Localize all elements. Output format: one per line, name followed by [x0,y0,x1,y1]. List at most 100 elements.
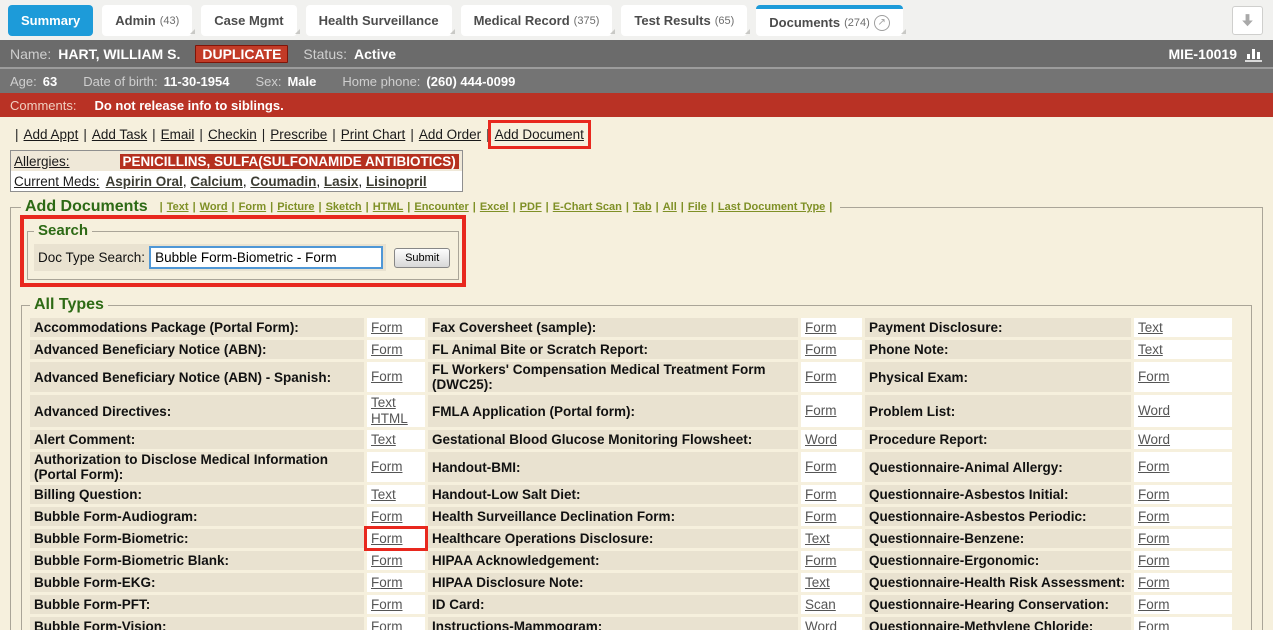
doc-type-link[interactable]: Form [805,509,837,525]
doc-type-link[interactable]: Form [805,553,837,569]
doc-format-link-encounter[interactable]: Encounter [414,201,468,213]
doc-type-link[interactable]: Form [1138,487,1170,503]
doc-type-link[interactable]: Form [805,342,837,358]
doc-type-link[interactable]: Form [805,403,837,419]
prescribe-link[interactable]: Prescribe [270,127,327,142]
doc-type-link[interactable]: Form [371,342,403,358]
separator: | [407,201,410,213]
doc-type-link[interactable]: Word [805,619,837,630]
download-button[interactable] [1232,6,1263,35]
tab-health-surveillance[interactable]: Health Surveillance [306,5,452,36]
doc-type-link[interactable]: Form [371,575,403,591]
doc-type-link[interactable]: Form [1138,575,1170,591]
doc-type-link[interactable]: Form [371,619,403,630]
doc-format-link-tab[interactable]: Tab [633,201,652,213]
doc-type-link[interactable]: Form [805,459,837,475]
doc-type-link[interactable]: Form [371,509,403,525]
doc-type-link[interactable]: HTML [371,411,408,427]
doc-format-link-excel[interactable]: Excel [480,201,509,213]
doc-type-link[interactable]: Form [371,369,403,385]
doc-format-link-word[interactable]: Word [200,201,228,213]
email-link[interactable]: Email [161,127,195,142]
doc-type-search-input[interactable] [149,246,383,269]
separator: | [366,201,369,213]
tab-label: Admin [115,13,155,28]
med-link[interactable]: Coumadin [250,174,316,189]
doc-format-link-e-chart-scan[interactable]: E-Chart Scan [553,201,622,213]
doc-type-link-cell: Form [1134,573,1232,592]
med-link[interactable]: Aspirin Oral [106,174,183,189]
doc-type-label: Questionnaire-Animal Allergy: [865,452,1131,482]
doc-type-link[interactable]: Word [805,432,837,448]
doc-type-link[interactable]: Text [1138,342,1163,358]
med-link[interactable]: Lisinopril [366,174,427,189]
doc-type-link[interactable]: Form [805,320,837,336]
tab-label: Case Mgmt [214,13,283,28]
tab-test-results[interactable]: Test Results(65) [621,5,747,36]
submit-button[interactable]: Submit [394,248,450,268]
doc-type-label: Bubble Form-Vision: [30,617,364,630]
tab-summary[interactable]: Summary [8,5,93,36]
doc-type-link[interactable]: Form [371,597,403,613]
doc-type-link-cell: Form [801,452,862,482]
doc-type-link[interactable]: Form [371,531,403,547]
doc-format-link-pdf[interactable]: PDF [520,201,542,213]
doc-type-link[interactable]: Form [371,459,403,475]
add-document-link[interactable]: Add Document [495,127,584,142]
doc-format-link-form[interactable]: Form [239,201,267,213]
doc-type-label: Bubble Form-EKG: [30,573,364,592]
doc-type-link[interactable]: Word [1138,403,1170,419]
doc-type-link[interactable]: Form [371,553,403,569]
doc-format-link-picture[interactable]: Picture [277,201,314,213]
doc-type-link[interactable]: Text [371,487,396,503]
tab-admin[interactable]: Admin(43) [102,5,192,36]
doc-format-link-html[interactable]: HTML [373,201,404,213]
med-link[interactable]: Lasix [324,174,359,189]
doc-type-link[interactable]: Form [1138,597,1170,613]
doc-type-link[interactable]: Text [371,395,396,411]
doc-type-link[interactable]: Form [1138,553,1170,569]
doc-format-link-text[interactable]: Text [167,201,189,213]
doc-type-link[interactable]: Form [371,320,403,336]
doc-type-link[interactable]: Form [805,487,837,503]
tab-case-mgmt[interactable]: Case Mgmt [201,5,296,36]
add-appt-link[interactable]: Add Appt [24,127,79,142]
doc-type-link[interactable]: Word [1138,432,1170,448]
doc-format-link-sketch[interactable]: Sketch [326,201,362,213]
doc-type-link[interactable]: Form [1138,531,1170,547]
add-documents-title: Add Documents [25,198,148,216]
doc-type-link[interactable]: Form [805,369,837,385]
add-task-link[interactable]: Add Task [92,127,147,142]
allergy-values[interactable]: PENICILLINS, SULFA(SULFONAMIDE ANTIBIOTI… [120,154,459,169]
tab-medical-record[interactable]: Medical Record(375) [461,5,613,36]
print-chart-link[interactable]: Print Chart [341,127,406,142]
doc-type-link[interactable]: Form [1138,459,1170,475]
doc-type-link[interactable]: Form [1138,619,1170,630]
doc-type-link[interactable]: Form [1138,369,1170,385]
separator: | [199,127,203,142]
doc-type-link[interactable]: Form [1138,509,1170,525]
checkin-link[interactable]: Checkin [208,127,257,142]
doc-type-label: Questionnaire-Asbestos Initial: [865,485,1131,504]
doc-type-link[interactable]: Text [371,432,396,448]
flowsheet-chart-icon[interactable] [1244,46,1263,62]
popout-icon[interactable]: ↗ [874,15,890,31]
add-order-link[interactable]: Add Order [419,127,481,142]
doc-type-label: Questionnaire-Ergonomic: [865,551,1131,570]
doc-type-link[interactable]: Text [805,531,830,547]
doc-type-link[interactable]: Text [1138,320,1163,336]
tab-documents[interactable]: Documents(274)↗ [756,5,902,36]
doc-format-link-last-document-type[interactable]: Last Document Type [718,201,825,213]
allergies-link[interactable]: Allergies: [14,154,70,169]
current-meds-link[interactable]: Current Meds: [14,174,100,189]
doc-format-link-file[interactable]: File [688,201,707,213]
doc-type-label: Advanced Directives: [30,395,364,427]
doc-type-label: FL Workers' Compensation Medical Treatme… [428,362,798,392]
doc-type-label: Authorization to Disclose Medical Inform… [30,452,364,482]
doc-type-link[interactable]: Scan [805,597,836,613]
med-link[interactable]: Calcium [190,174,243,189]
doc-type-link-cell: Form [801,340,862,359]
doc-type-link[interactable]: Text [805,575,830,591]
doc-type-link-cell: Form [367,573,425,592]
doc-format-link-all[interactable]: All [663,201,677,213]
